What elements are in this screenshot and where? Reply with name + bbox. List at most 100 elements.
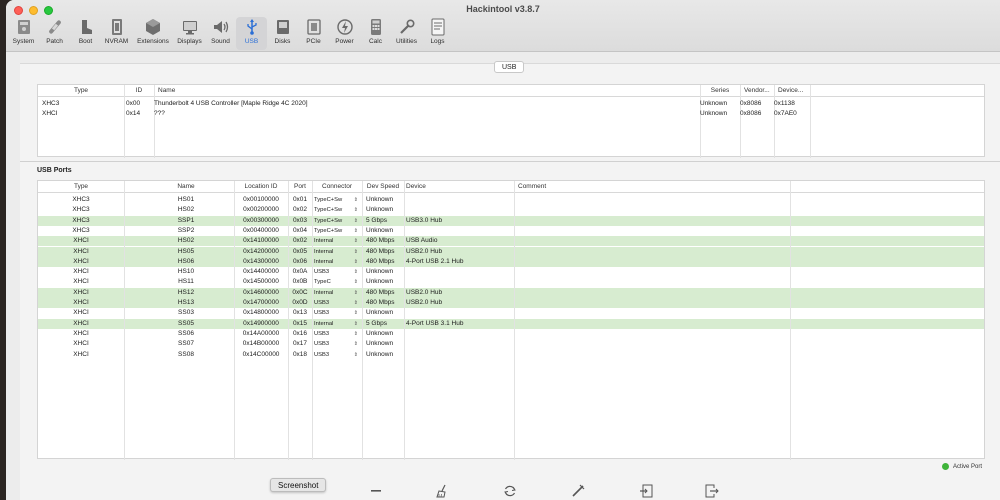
cell-text: Unknown — [366, 350, 394, 358]
column-divider — [740, 85, 741, 158]
column-header[interactable]: ID — [128, 85, 150, 97]
cell-text: HS05 — [177, 247, 195, 255]
connector-select[interactable]: TypeC+Sw ⇕ — [314, 195, 362, 205]
cell-text: 0x06 — [292, 257, 308, 265]
cell-text: 0x14B00000 — [242, 340, 280, 348]
controller-row[interactable]: XHC3 0x00 Thunderbolt 4 USB Controller [Ma… — [38, 99, 984, 109]
cell-text: XHCI — [73, 278, 89, 286]
tab-system[interactable]: System — [8, 17, 39, 50]
port-cell: Unknown — [366, 277, 404, 287]
tab-boot[interactable]: Boot — [70, 17, 101, 50]
port-row[interactable]: XHCI HS13 0x14700000 0x0D USB3 ⇕ 480 Mbps USB2.… — [38, 298, 984, 309]
tab-nvram[interactable]: NVRAM — [101, 17, 132, 50]
port-row[interactable]: XHCI SS05 0x14900000 0x15 Internal ⇕ 5 Gbps 4-P… — [38, 318, 984, 329]
active-port-dot — [941, 463, 949, 470]
column-header[interactable]: Connector — [312, 181, 362, 193]
column-header[interactable]: Comment — [518, 181, 718, 193]
column-header[interactable]: Device — [406, 181, 506, 193]
column-header[interactable]: Series — [704, 85, 736, 97]
tab-displays[interactable]: Displays — [174, 17, 205, 50]
controller-row[interactable]: XHCI 0x14??? Unknown 0x8086 0x7AE0 — [38, 109, 984, 119]
port-cell: XHCI — [38, 247, 124, 257]
port-cell: SS08 — [138, 350, 234, 360]
port-cell: XHCI — [38, 319, 124, 329]
port-cell — [518, 226, 788, 236]
column-header[interactable]: Name — [158, 85, 696, 97]
port-cell: XHCI — [38, 298, 124, 308]
port-row[interactable]: XHC3 HS01 0x00100000 0x01 TypeC+Sw ⇕ Unknown — [38, 195, 984, 205]
active-port-label: Active Port — [952, 463, 982, 470]
tab-usb[interactable]: USB — [494, 61, 525, 73]
connector-select[interactable]: USB3 ⇕ — [314, 267, 362, 277]
port-row[interactable]: XHCI HS12 0x14600000 0x0C Internal ⇕ 480 Mbps U… — [38, 287, 984, 298]
sound-icon — [212, 18, 230, 36]
connector-select[interactable]: USB3 ⇕ — [314, 298, 362, 308]
tab-disks[interactable]: Disks — [267, 17, 298, 50]
port-cell — [518, 277, 788, 287]
column-header[interactable]: Type — [42, 85, 120, 97]
column-divider — [790, 181, 791, 460]
cell-text: XHCI — [73, 237, 89, 245]
connector-select[interactable]: USB3 ⇕ — [314, 329, 362, 339]
column-header[interactable]: Type — [38, 181, 124, 193]
tab-pcie[interactable]: PCIe — [298, 17, 329, 50]
port-row[interactable]: XHCI HS06 0x14300000 0x06 Internal ⇕ 480 Mbps 4… — [38, 256, 984, 268]
import-button[interactable] — [638, 483, 654, 499]
connector-select[interactable]: TypeC+Sw ⇕ — [314, 216, 362, 226]
app-window: Hackintool v3.8.7 System Patch Boot NVRAM Ex… — [6, 0, 1000, 500]
cell-text: SS07 — [178, 340, 194, 348]
column-header[interactable]: Port — [288, 181, 312, 193]
cell-text: USB3 — [314, 300, 330, 306]
chevron-updown-icon: ⇕ — [353, 227, 358, 234]
connector-select[interactable]: Internal ⇕ — [314, 236, 362, 246]
port-row[interactable]: XHCI HS11 0x14500000 0x0B TypeC ⇕ Unknown — [38, 277, 984, 287]
connector-select[interactable]: USB3 ⇕ — [314, 308, 362, 318]
column-header[interactable]: Dev Speed — [362, 181, 404, 193]
connector-select[interactable]: TypeC+Sw ⇕ — [314, 226, 362, 236]
column-divider — [362, 181, 363, 460]
tab-usb[interactable]: USB — [236, 17, 267, 50]
import-icon — [640, 484, 653, 498]
tab-extensions[interactable]: Extensions — [132, 17, 174, 50]
refresh-button[interactable] — [502, 483, 518, 499]
tab-logs[interactable]: Logs — [422, 17, 453, 50]
column-header[interactable]: Name — [138, 181, 234, 193]
column-header[interactable]: Location ID — [234, 181, 288, 193]
port-row[interactable]: XHCI SS07 0x14B00000 0x17 USB3 ⇕ Unknown — [38, 339, 984, 349]
connector-select[interactable]: TypeC+Sw ⇕ — [314, 205, 362, 215]
tab-patch[interactable]: Patch — [39, 17, 70, 50]
column-divider — [234, 181, 235, 460]
port-row[interactable]: XHC3 SSP2 0x00400000 0x04 TypeC+Sw ⇕ Unknown — [38, 226, 984, 236]
port-row[interactable]: XHC3 HS02 0x00200000 0x02 TypeC+Sw ⇕ Unknown — [38, 205, 984, 215]
export-button[interactable] — [704, 483, 720, 499]
tab-calc[interactable]: Calc — [360, 17, 391, 50]
tab-power[interactable]: Power — [329, 17, 360, 50]
inject-icon — [572, 484, 585, 497]
connector-select[interactable]: USB3 ⇕ — [314, 339, 362, 349]
connector-select[interactable]: Internal ⇕ — [314, 257, 362, 267]
connector-select[interactable]: USB3 ⇕ — [314, 350, 362, 360]
connector-select[interactable]: Internal ⇕ — [314, 247, 362, 257]
tab-utilities[interactable]: Utilities — [391, 17, 422, 50]
port-row[interactable]: XHCI SS03 0x14800000 0x13 USB3 ⇕ Unknown — [38, 308, 984, 318]
connector-select[interactable]: TypeC ⇕ — [314, 277, 362, 287]
port-row[interactable]: XHC3 SSP1 0x00300000 0x03 TypeC+Sw ⇕ 5 Gbps USB… — [38, 215, 984, 226]
cell-text: 0x14900000 — [243, 319, 279, 327]
clean-button[interactable] — [434, 483, 450, 499]
inject-button[interactable] — [570, 483, 586, 499]
port-row[interactable]: XHCI HS10 0x14400000 0x0A USB3 ⇕ Unknown — [38, 267, 984, 277]
port-row[interactable]: XHCI HS05 0x14200000 0x05 Internal ⇕ 480 Mbps U… — [38, 246, 984, 257]
tab-sound[interactable]: Sound — [205, 17, 236, 50]
port-row[interactable]: XHCI HS02 0x14100000 0x02 Internal ⇕ 480 Mbps U… — [38, 236, 984, 247]
remove-button[interactable] — [368, 483, 384, 499]
tab-label: System — [12, 38, 35, 45]
connector-select[interactable]: Internal ⇕ — [314, 319, 362, 329]
column-header[interactable]: Vendor... — [744, 85, 770, 97]
port-row[interactable]: XHCI SS08 0x14C00000 0x18 USB3 ⇕ Unknown — [38, 350, 984, 360]
cell-text: 0x04 — [292, 226, 308, 234]
column-header[interactable]: Device... — [778, 85, 806, 97]
port-cell: 0x18 — [288, 350, 312, 360]
port-cell: USB Audio — [406, 236, 512, 246]
port-row[interactable]: XHCI SS06 0x14A00000 0x16 USB3 ⇕ Unknown — [38, 329, 984, 339]
connector-select[interactable]: Internal ⇕ — [314, 288, 362, 298]
